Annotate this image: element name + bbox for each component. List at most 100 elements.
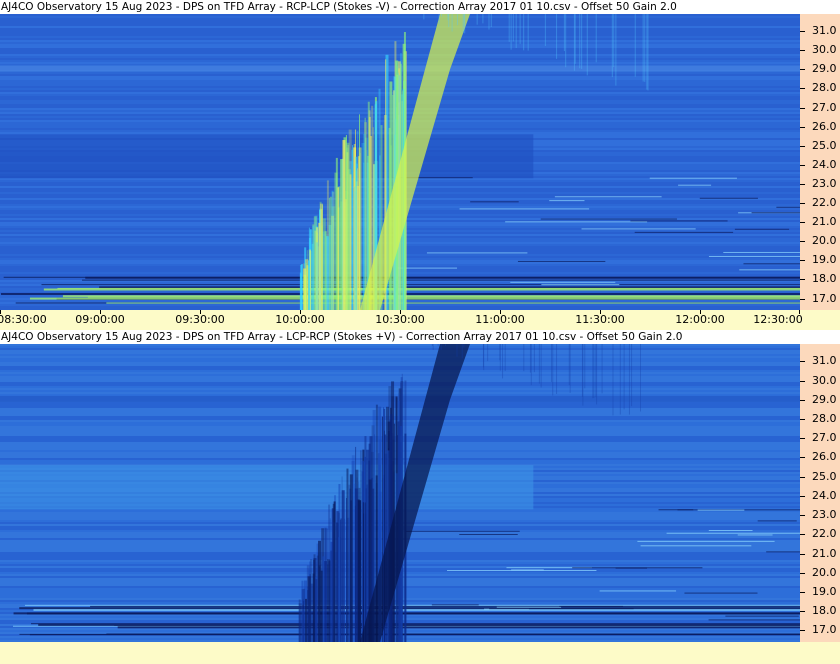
arc-streak: [596, 344, 598, 405]
rfi-line: [737, 534, 773, 536]
arc-streak: [565, 14, 567, 68]
heatmap-band: [0, 22, 800, 24]
y-tick-label: 20.0: [812, 234, 837, 248]
x-tick-mark: [100, 310, 101, 314]
interference-line: [117, 626, 800, 629]
y-tick-mark: [800, 260, 805, 262]
interference-line: [90, 605, 800, 607]
arc-streak: [593, 344, 595, 398]
arc-streak: [639, 344, 641, 412]
interference-line: [106, 633, 800, 635]
y-tick-mark: [800, 457, 805, 459]
arc-streak: [512, 14, 514, 42]
y-tick-mark: [800, 298, 805, 300]
y-tick-mark: [800, 399, 805, 401]
y-tick-mark: [800, 50, 805, 52]
arc-streak: [613, 14, 615, 68]
arc-streak: [646, 14, 648, 90]
y-tick-label: 26.0: [812, 450, 837, 464]
burst-streak: [298, 603, 302, 642]
arc-streak: [437, 344, 439, 346]
bottom-spectrogram-plot[interactable]: [0, 344, 800, 642]
arc-streak: [544, 14, 546, 46]
y-tick-mark: [800, 69, 805, 71]
y-tick-label: 29.0: [812, 392, 837, 406]
rfi-line: [511, 569, 544, 571]
heatmap-band: [0, 380, 800, 382]
heatmap-band: [0, 16, 800, 18]
top-spectrogram-plot[interactable]: [0, 14, 800, 310]
arc-streak: [556, 344, 558, 394]
interference-line: [82, 279, 800, 281]
rfi-line: [459, 533, 518, 535]
burst-streak: [322, 556, 325, 642]
x-tick-mark: [0, 310, 1, 314]
heatmap-band: [0, 28, 800, 30]
heatmap-band: [0, 374, 800, 376]
rfi-line: [678, 184, 712, 186]
arc-streak: [476, 14, 478, 25]
heatmap-band: [0, 366, 800, 368]
burst-streak: [331, 190, 334, 310]
arc-streak: [423, 14, 425, 20]
arc-streak: [461, 344, 463, 359]
x-tick-mark: [600, 310, 601, 314]
rfi-line: [666, 532, 800, 534]
heatmap-band: [0, 386, 800, 388]
arc-streak: [487, 344, 489, 362]
burst-streak: [349, 474, 353, 642]
heatmap-band: [0, 378, 800, 380]
heatmap-band: [0, 18, 800, 20]
burst-streak: [340, 519, 342, 642]
interference-line: [41, 284, 800, 286]
rfi-line: [459, 208, 590, 210]
y-tick-label: 31.0: [812, 354, 837, 368]
arc-streak: [490, 14, 492, 28]
heatmap-band: [0, 26, 800, 28]
y-tick-mark: [800, 222, 805, 224]
y-tick-mark: [800, 380, 805, 382]
heatmap-band: [0, 24, 800, 26]
arc-streak: [447, 14, 449, 16]
y-tick-mark: [800, 361, 805, 363]
rfi-line: [723, 251, 800, 253]
burst-streak: [327, 564, 329, 642]
interference-line: [106, 302, 800, 304]
interference-line: [38, 623, 800, 626]
rfi-line: [541, 284, 620, 286]
burst-streak: [315, 579, 318, 642]
arc-streak: [631, 344, 633, 407]
burst-streak: [332, 503, 335, 642]
heatmap-band: [0, 34, 800, 36]
rfi-line: [540, 218, 677, 220]
x-tick-mark: [400, 310, 401, 314]
burst-streak: [299, 272, 301, 310]
burst-streak: [306, 262, 308, 310]
arc-streak: [540, 344, 542, 388]
burst-streak: [318, 540, 322, 642]
y-tick-label: 24.0: [812, 157, 837, 171]
y-tick-mark: [800, 241, 805, 243]
x-tick-label: 11:00:00: [475, 313, 525, 326]
heatmap-band: [0, 358, 800, 360]
y-tick-label: 22.0: [812, 527, 837, 541]
rfi-line: [637, 540, 775, 542]
rfi-line: [708, 530, 753, 532]
burst-streak: [356, 185, 360, 310]
y-tick-label: 30.0: [812, 43, 837, 57]
y-tick-mark: [800, 534, 805, 536]
arc-streak: [523, 14, 525, 51]
heatmap-mid-band: [0, 465, 534, 510]
arc-streak: [483, 344, 485, 371]
heatmap-band: [0, 38, 800, 40]
arc-streak: [431, 344, 433, 346]
burst-streak: [308, 266, 310, 310]
heatmap-band: [0, 44, 800, 46]
top-spectrogram-svg: [0, 14, 800, 310]
heatmap-band: [0, 384, 800, 386]
arc-streak: [519, 14, 521, 44]
arc-streak: [581, 344, 583, 397]
y-tick-label: 27.0: [812, 100, 837, 114]
burst-streak: [305, 598, 308, 642]
rfi-line: [559, 605, 624, 607]
